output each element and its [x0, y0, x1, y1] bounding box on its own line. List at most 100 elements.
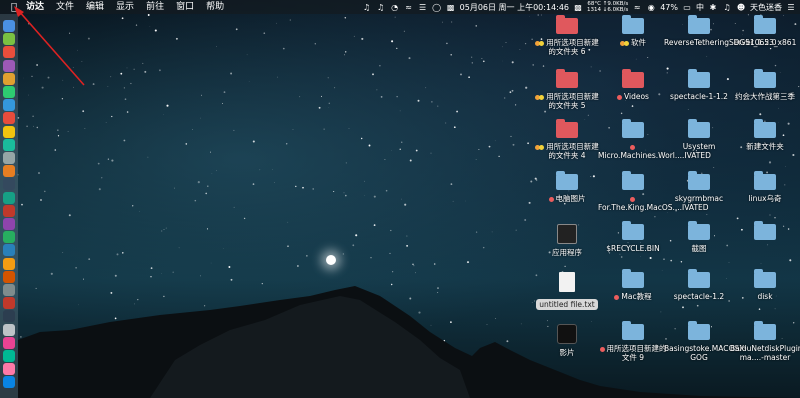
star	[368, 144, 371, 147]
user-icon[interactable]: ☻	[736, 2, 746, 12]
dock-app-icon[interactable]	[3, 323, 15, 336]
globe-icon[interactable]: ◯	[432, 2, 442, 12]
dock-app-icon[interactable]	[3, 218, 15, 230]
desktop-icon[interactable]	[730, 221, 800, 244]
wifi-icon[interactable]: ≈	[632, 2, 642, 12]
star	[361, 37, 364, 40]
dock-app-icon[interactable]	[3, 204, 15, 217]
desktop-icon[interactable]: 影片	[532, 324, 602, 357]
dock-app-icon[interactable]	[3, 152, 15, 164]
network-stats[interactable]: 68°C ↑9.0KB/s 1314 ↓6.0KB/s	[587, 1, 628, 13]
battery-icon[interactable]: ▭	[682, 2, 692, 12]
dock-app-icon[interactable]	[3, 363, 15, 376]
star	[210, 262, 212, 264]
star	[50, 272, 53, 275]
desktop-icon-text: 用所选项目新建的文件 9	[606, 344, 667, 362]
input-method[interactable]: 中	[696, 2, 704, 13]
bluetooth-icon[interactable]: ✱	[708, 2, 718, 12]
desktop-icon[interactable]: $RECYCLE.BIN	[598, 221, 668, 253]
desktop-icon[interactable]: 新建文件夹	[730, 119, 800, 151]
star	[111, 115, 113, 118]
headphones-icon[interactable]: ♫	[362, 2, 372, 12]
menu-go[interactable]: 前往	[140, 0, 170, 14]
desktop-icon[interactable]: BaiduNetdiskPlugin-ma....-master	[730, 321, 800, 362]
star	[478, 149, 480, 151]
star	[235, 28, 238, 31]
star	[165, 227, 167, 229]
desktop-icon[interactable]: Mac教程	[598, 269, 668, 301]
dock-app-icon[interactable]	[3, 350, 15, 362]
desktop-icon[interactable]: Micro.Machines.Worl....IVATED	[598, 119, 711, 160]
desktop-icon[interactable]: 用所选项目新建的文件 9	[598, 321, 668, 362]
desktop-icon-text: Videos	[624, 92, 649, 101]
star	[107, 158, 110, 160]
folder-icon	[556, 15, 578, 34]
desktop-icon[interactable]: 约会大作战第三季	[730, 69, 800, 101]
dock-app-icon[interactable]	[3, 178, 15, 191]
desktop-icon[interactable]: ReverseTetheringServer_1.2.0	[664, 15, 777, 47]
clock-datetime[interactable]: 05月06日 周一 上午00:14:46	[460, 2, 569, 13]
star	[524, 219, 527, 221]
star	[460, 73, 462, 76]
battery-percent[interactable]: 47%	[660, 3, 678, 12]
desktop-icon-text: linux乌奇	[748, 194, 782, 203]
dock-app-icon[interactable]	[3, 125, 15, 138]
dock-app-icon[interactable]	[3, 270, 15, 283]
volume-icon[interactable]: ♫	[722, 2, 732, 12]
desktop-icon[interactable]: spectacle-1.2	[664, 269, 734, 301]
desktop-icon[interactable]: 用所选项目新建的文件夹 4	[532, 119, 602, 160]
desktop-icon[interactable]: disk	[730, 269, 800, 301]
desktop-icon[interactable]: 电脑图片	[532, 171, 602, 203]
dock-app-icon[interactable]	[3, 191, 15, 204]
desktop-icon[interactable]: Basingstoke.MACOSX-GOG	[664, 321, 747, 362]
dock-app-icon[interactable]	[3, 310, 15, 323]
desktop-icon-label: linux乌奇	[730, 194, 800, 203]
desktop-icon[interactable]: Videos	[598, 69, 668, 101]
dock-app-icon[interactable]	[3, 244, 15, 257]
desktop-icon[interactable]: For.The.King.MacOS....IVATED	[598, 171, 709, 212]
desktop-icon[interactable]: untitled file.txt	[532, 272, 602, 311]
star	[54, 149, 57, 151]
dock-app-icon[interactable]	[3, 336, 15, 349]
desktop-icon[interactable]: skygrmbmac	[664, 171, 734, 203]
dock-app-icon[interactable]	[3, 231, 15, 244]
bright-planet	[326, 255, 336, 265]
star	[769, 214, 771, 216]
desktop-icon[interactable]: 应用程序	[532, 224, 602, 257]
desktop-icon[interactable]: 截图	[664, 221, 734, 253]
dock-app-icon[interactable]	[3, 376, 15, 389]
folder-icon	[622, 69, 644, 88]
menu-view[interactable]: 显示	[110, 0, 140, 14]
calendar-icon[interactable]: ▩	[446, 2, 456, 12]
list-icon[interactable]: ☰	[786, 2, 796, 12]
dock-app-icon[interactable]	[3, 138, 15, 151]
wind-icon[interactable]: ≈	[404, 2, 414, 12]
desktop-icon[interactable]: 软件	[598, 15, 668, 47]
desktop-icon[interactable]: linux乌奇	[730, 171, 800, 203]
menu-window[interactable]: 窗口	[170, 0, 200, 14]
star	[107, 86, 109, 88]
dock-app-icon[interactable]	[3, 112, 15, 125]
speedometer-icon[interactable]: ◔	[390, 2, 400, 12]
dock-app-icon[interactable]	[3, 165, 15, 178]
dock-app-icon[interactable]	[3, 257, 15, 270]
dock-app-icon[interactable]	[3, 284, 15, 296]
dock-app-icon[interactable]	[3, 99, 15, 112]
user-name[interactable]: 天色迷香	[750, 2, 782, 13]
dock-app-icon[interactable]	[3, 297, 15, 310]
sliders-icon[interactable]: ☰	[418, 2, 428, 12]
star	[403, 30, 405, 32]
desktop-icon[interactable]: 用所选项目新建的文件夹 5	[532, 69, 602, 110]
desktop-icon[interactable]: 用所选项目新建的文件夹 6	[532, 15, 602, 56]
desktop-icon[interactable]: spectacle-1-1.2	[664, 69, 734, 101]
display-icon[interactable]: ▩	[573, 2, 583, 12]
desktop-icon-text: 用所选项目新建的文件夹 6	[546, 38, 599, 56]
eye-icon[interactable]: ◉	[646, 2, 656, 12]
star	[84, 127, 86, 129]
bell-icon[interactable]: ♫	[376, 2, 386, 12]
star	[233, 129, 235, 131]
star	[647, 56, 649, 59]
menu-help[interactable]: 帮助	[200, 0, 230, 14]
desktop-icon[interactable]: DG510653_x861	[730, 15, 800, 47]
desktop-icon[interactable]: Usystem	[664, 119, 734, 151]
